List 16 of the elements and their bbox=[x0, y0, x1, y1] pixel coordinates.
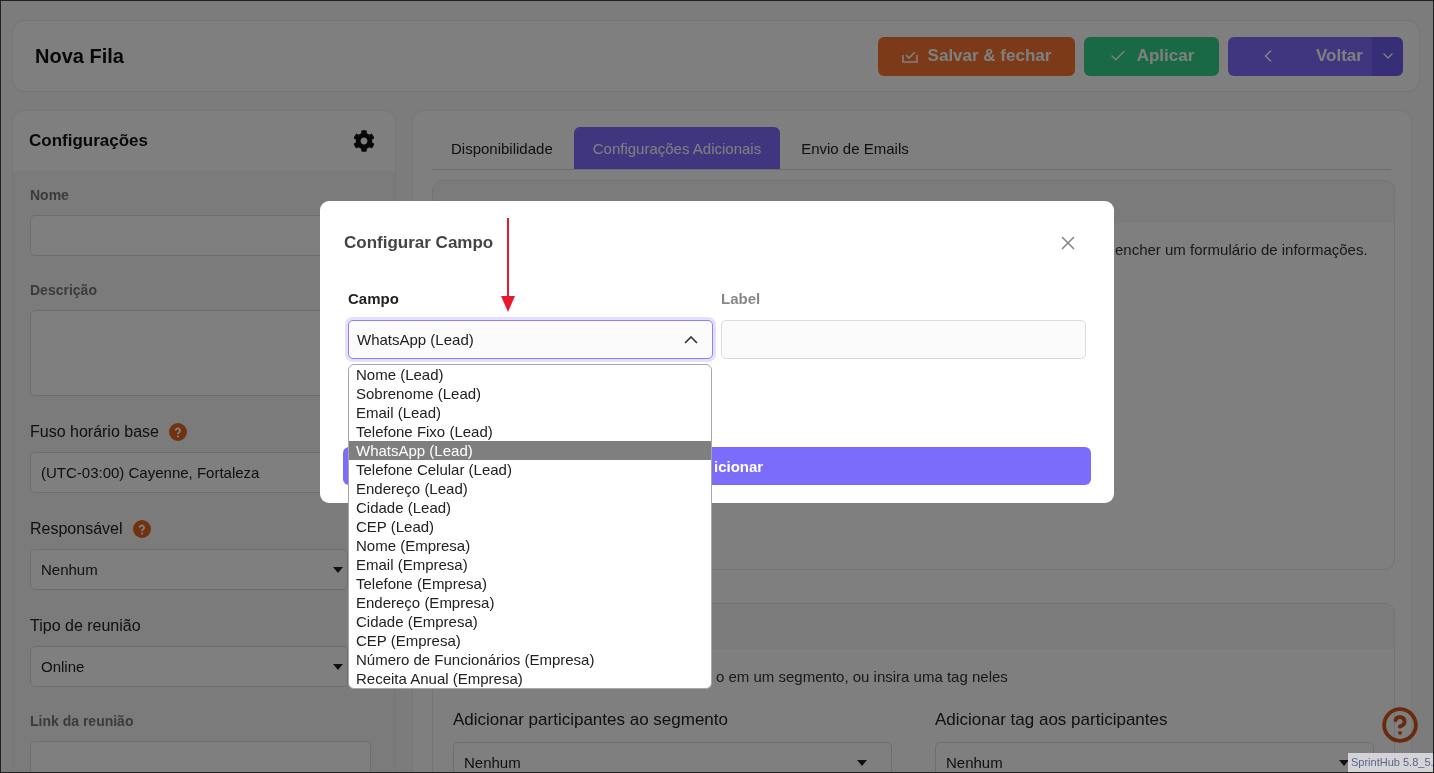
field-label: Label bbox=[721, 289, 762, 309]
field-label: Link da reunião bbox=[30, 712, 135, 731]
field-label: Descrição bbox=[30, 281, 98, 300]
version-label: SprintHub 5.8_5. bbox=[1348, 753, 1433, 772]
field-label: Tipo de reunião bbox=[30, 617, 141, 635]
description-text: o em um segmento, ou insira uma tag neles bbox=[716, 668, 1008, 685]
field-label: Adicionar tag aos participantes bbox=[935, 710, 1169, 730]
modal-title: Configurar Campo bbox=[343, 233, 494, 253]
description-text: encher um formulário de informações. bbox=[1115, 241, 1368, 258]
card-title: Configurações bbox=[29, 131, 149, 151]
field-label: Campo bbox=[348, 289, 400, 309]
field-label: Nome bbox=[30, 186, 70, 205]
field-label: Adicionar participantes ao segmento bbox=[453, 710, 729, 730]
field-label: Fuso horário base bbox=[30, 423, 159, 441]
field-label: Responsável bbox=[30, 520, 123, 538]
page-title: Nova Fila bbox=[35, 44, 124, 68]
